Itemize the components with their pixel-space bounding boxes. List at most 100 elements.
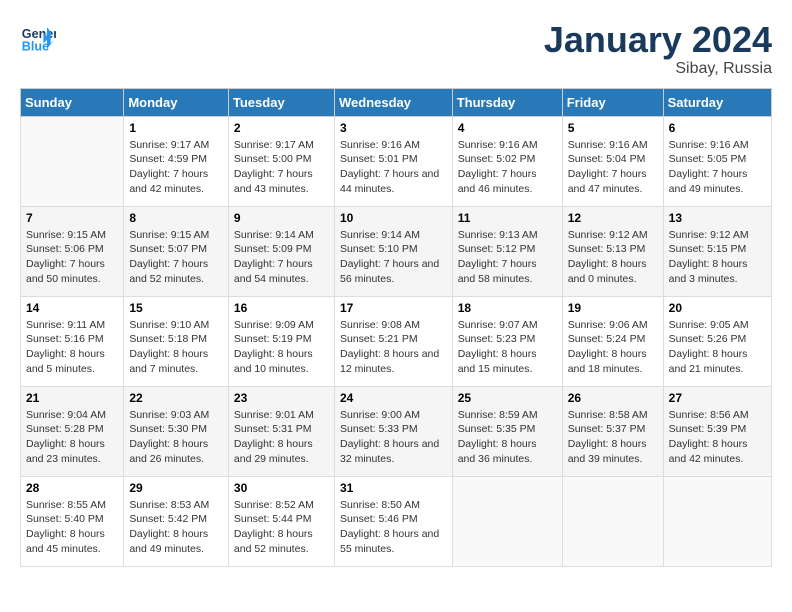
sunset-text: Sunset: 5:05 PM <box>669 152 766 167</box>
calendar-cell: 5Sunrise: 9:16 AMSunset: 5:04 PMDaylight… <box>562 116 663 206</box>
sunset-text: Sunset: 5:12 PM <box>458 242 557 257</box>
day-number: 30 <box>234 481 329 495</box>
day-info: Sunrise: 9:09 AMSunset: 5:19 PMDaylight:… <box>234 318 329 377</box>
day-number: 22 <box>129 391 223 405</box>
sunset-text: Sunset: 5:31 PM <box>234 422 329 437</box>
sunset-text: Sunset: 5:15 PM <box>669 242 766 257</box>
day-info: Sunrise: 8:58 AMSunset: 5:37 PMDaylight:… <box>568 408 658 467</box>
daylight-text: Daylight: 8 hours and 23 minutes. <box>26 437 118 466</box>
day-info: Sunrise: 8:56 AMSunset: 5:39 PMDaylight:… <box>669 408 766 467</box>
sunrise-text: Sunrise: 9:03 AM <box>129 408 223 423</box>
week-row-1: 1Sunrise: 9:17 AMSunset: 4:59 PMDaylight… <box>21 116 772 206</box>
column-header-saturday: Saturday <box>663 88 771 116</box>
header-row: SundayMondayTuesdayWednesdayThursdayFrid… <box>21 88 772 116</box>
day-number: 11 <box>458 211 557 225</box>
daylight-text: Daylight: 8 hours and 18 minutes. <box>568 347 658 376</box>
calendar-cell: 12Sunrise: 9:12 AMSunset: 5:13 PMDayligh… <box>562 206 663 296</box>
location: Sibay, Russia <box>544 60 772 78</box>
sunset-text: Sunset: 5:00 PM <box>234 152 329 167</box>
column-header-wednesday: Wednesday <box>334 88 452 116</box>
sunrise-text: Sunrise: 9:13 AM <box>458 228 557 243</box>
sunset-text: Sunset: 4:59 PM <box>129 152 223 167</box>
daylight-text: Daylight: 7 hours and 47 minutes. <box>568 167 658 196</box>
daylight-text: Daylight: 7 hours and 56 minutes. <box>340 257 447 286</box>
daylight-text: Daylight: 8 hours and 52 minutes. <box>234 527 329 556</box>
daylight-text: Daylight: 8 hours and 29 minutes. <box>234 437 329 466</box>
calendar-cell: 2Sunrise: 9:17 AMSunset: 5:00 PMDaylight… <box>228 116 334 206</box>
calendar-cell: 6Sunrise: 9:16 AMSunset: 5:05 PMDaylight… <box>663 116 771 206</box>
calendar-cell <box>562 476 663 566</box>
calendar-cell: 30 Sunrise: 8:52 AMSunset: 5:44 PMDayligh… <box>228 476 334 566</box>
day-info: Sunrise: 9:12 AMSunset: 5:13 PMDaylight:… <box>568 228 658 287</box>
calendar-cell <box>452 476 562 566</box>
calendar-cell: 11 Sunrise: 9:13 AMSunset: 5:12 PMDayligh… <box>452 206 562 296</box>
sunrise-text: Sunrise: 9:12 AM <box>669 228 766 243</box>
sunrise-text: Sunrise: 9:11 AM <box>26 318 118 333</box>
daylight-text: Daylight: 7 hours and 58 minutes. <box>458 257 557 286</box>
day-number: 10 <box>340 211 447 225</box>
calendar-cell: 26Sunrise: 8:58 AMSunset: 5:37 PMDayligh… <box>562 386 663 476</box>
week-row-5: 28Sunrise: 8:55 AMSunset: 5:40 PMDayligh… <box>21 476 772 566</box>
sunset-text: Sunset: 5:07 PM <box>129 242 223 257</box>
day-number: 18 <box>458 301 557 315</box>
sunrise-text: Sunrise: 9:16 AM <box>340 138 447 153</box>
sunrise-text: Sunrise: 9:17 AM <box>234 138 329 153</box>
week-row-4: 21Sunrise: 9:04 AMSunset: 5:28 PMDayligh… <box>21 386 772 476</box>
sunset-text: Sunset: 5:42 PM <box>129 512 223 527</box>
daylight-text: Daylight: 7 hours and 43 minutes. <box>234 167 329 196</box>
calendar-cell: 3Sunrise: 9:16 AMSunset: 5:01 PMDaylight… <box>334 116 452 206</box>
column-header-monday: Monday <box>124 88 229 116</box>
daylight-text: Daylight: 7 hours and 46 minutes. <box>458 167 557 196</box>
calendar-cell: 14Sunrise: 9:11 AMSunset: 5:16 PMDayligh… <box>21 296 124 386</box>
sunrise-text: Sunrise: 9:14 AM <box>340 228 447 243</box>
day-number: 31 <box>340 481 447 495</box>
day-info: Sunrise: 8:55 AMSunset: 5:40 PMDaylight:… <box>26 498 118 557</box>
sunrise-text: Sunrise: 8:58 AM <box>568 408 658 423</box>
month-title: January 2024 <box>544 20 772 60</box>
day-number: 19 <box>568 301 658 315</box>
calendar-cell: 21Sunrise: 9:04 AMSunset: 5:28 PMDayligh… <box>21 386 124 476</box>
logo: General Blue <box>20 20 56 56</box>
daylight-text: Daylight: 8 hours and 39 minutes. <box>568 437 658 466</box>
sunrise-text: Sunrise: 8:55 AM <box>26 498 118 513</box>
calendar-cell: 24Sunrise: 9:00 AMSunset: 5:33 PMDayligh… <box>334 386 452 476</box>
column-header-thursday: Thursday <box>452 88 562 116</box>
day-number: 15 <box>129 301 223 315</box>
day-number: 24 <box>340 391 447 405</box>
calendar-cell: 19Sunrise: 9:06 AMSunset: 5:24 PMDayligh… <box>562 296 663 386</box>
sunrise-text: Sunrise: 9:17 AM <box>129 138 223 153</box>
day-info: Sunrise: 9:03 AMSunset: 5:30 PMDaylight:… <box>129 408 223 467</box>
sunrise-text: Sunrise: 9:06 AM <box>568 318 658 333</box>
sunrise-text: Sunrise: 9:08 AM <box>340 318 447 333</box>
week-row-3: 14Sunrise: 9:11 AMSunset: 5:16 PMDayligh… <box>21 296 772 386</box>
sunset-text: Sunset: 5:23 PM <box>458 332 557 347</box>
sunset-text: Sunset: 5:26 PM <box>669 332 766 347</box>
daylight-text: Daylight: 8 hours and 42 minutes. <box>669 437 766 466</box>
day-info: Sunrise: 8:52 AMSunset: 5:44 PMDaylight:… <box>234 498 329 557</box>
day-info: Sunrise: 9:05 AMSunset: 5:26 PMDaylight:… <box>669 318 766 377</box>
day-info: Sunrise: 9:07 AMSunset: 5:23 PMDaylight:… <box>458 318 557 377</box>
day-number: 14 <box>26 301 118 315</box>
day-number: 27 <box>669 391 766 405</box>
day-info: Sunrise: 9:15 AMSunset: 5:07 PMDaylight:… <box>129 228 223 287</box>
sunset-text: Sunset: 5:18 PM <box>129 332 223 347</box>
calendar-table: SundayMondayTuesdayWednesdayThursdayFrid… <box>20 88 772 567</box>
sunset-text: Sunset: 5:37 PM <box>568 422 658 437</box>
sunset-text: Sunset: 5:04 PM <box>568 152 658 167</box>
daylight-text: Daylight: 8 hours and 7 minutes. <box>129 347 223 376</box>
sunset-text: Sunset: 5:13 PM <box>568 242 658 257</box>
sunrise-text: Sunrise: 9:09 AM <box>234 318 329 333</box>
sunrise-text: Sunrise: 8:53 AM <box>129 498 223 513</box>
sunrise-text: Sunrise: 8:59 AM <box>458 408 557 423</box>
sunset-text: Sunset: 5:35 PM <box>458 422 557 437</box>
daylight-text: Daylight: 7 hours and 54 minutes. <box>234 257 329 286</box>
day-info: Sunrise: 8:59 AMSunset: 5:35 PMDaylight:… <box>458 408 557 467</box>
sunset-text: Sunset: 5:30 PM <box>129 422 223 437</box>
sunrise-text: Sunrise: 9:15 AM <box>129 228 223 243</box>
day-info: Sunrise: 9:01 AMSunset: 5:31 PMDaylight:… <box>234 408 329 467</box>
day-number: 7 <box>26 211 118 225</box>
calendar-cell: 15Sunrise: 9:10 AMSunset: 5:18 PMDayligh… <box>124 296 229 386</box>
sunrise-text: Sunrise: 9:12 AM <box>568 228 658 243</box>
day-number: 16 <box>234 301 329 315</box>
sunset-text: Sunset: 5:19 PM <box>234 332 329 347</box>
